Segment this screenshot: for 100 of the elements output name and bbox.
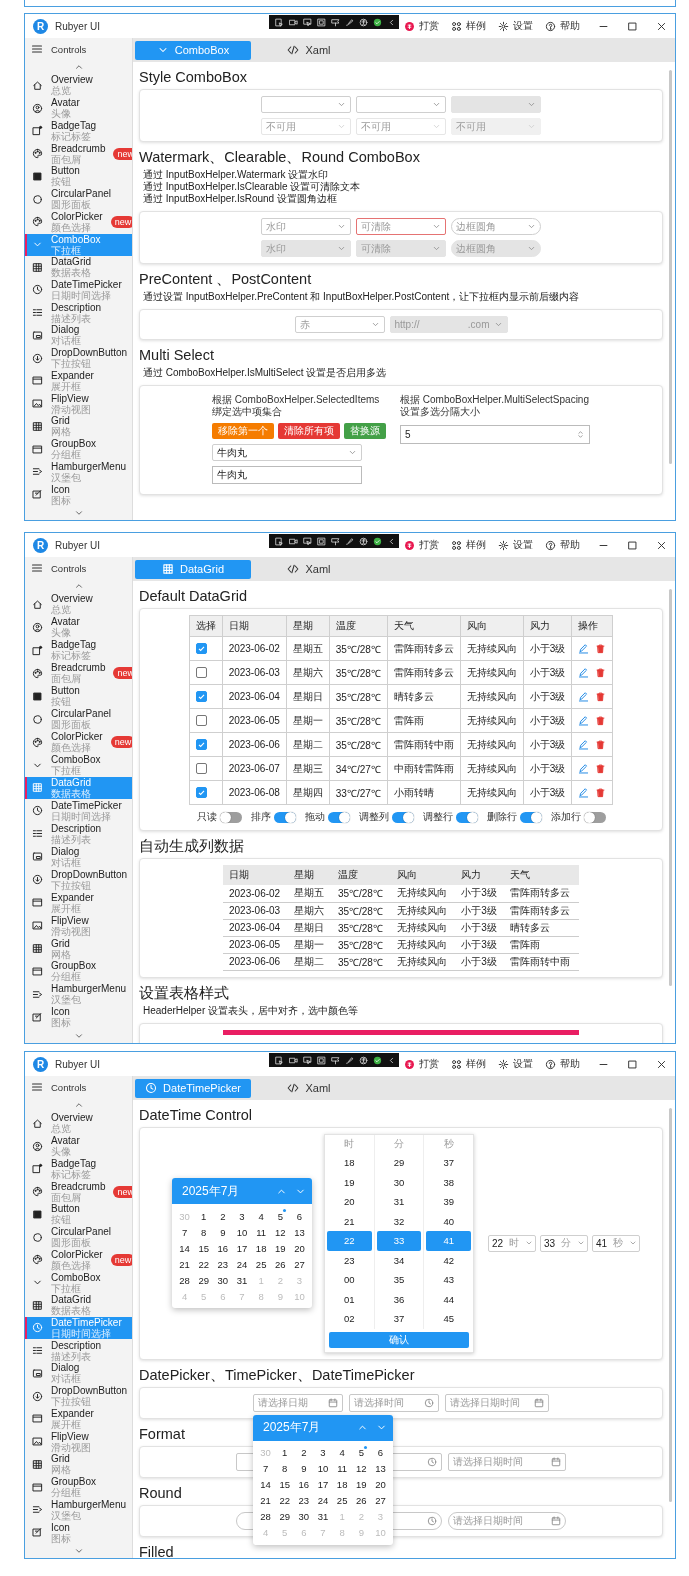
table-cell: 小雨转晴 bbox=[387, 780, 461, 805]
table-cell: 35℃/28℃ bbox=[329, 636, 388, 661]
section-heading: DatePicker、TimePicker、DateTimePicker bbox=[139, 1365, 415, 1384]
table-cell: 小于3级 bbox=[455, 936, 505, 953]
table-cell: 无持续风向 bbox=[460, 684, 524, 709]
item-subtitle: 颜色选择 bbox=[51, 742, 92, 754]
table-cell: 星期五 bbox=[288, 885, 332, 902]
item-title: Icon bbox=[51, 1521, 71, 1533]
table-cell: 无持续风向 bbox=[390, 902, 456, 919]
column-header: 风力 bbox=[523, 615, 572, 637]
item-subtitle: 圆形面板 bbox=[51, 719, 92, 731]
field-label: 根据 ComboBoxHelper.MultiSelectSpacing 设置多选分隔大小 bbox=[400, 394, 590, 418]
item-title: Breadcrumb bbox=[51, 142, 106, 154]
table-cell: 星期二 bbox=[288, 953, 332, 970]
column-header: 风力 bbox=[455, 865, 505, 885]
table-cell: 晴转多云 bbox=[504, 919, 579, 936]
item-subtitle: 分组框 bbox=[51, 971, 81, 983]
item-subtitle: 滑动视图 bbox=[51, 403, 91, 415]
table-cell: 35℃/28℃ bbox=[329, 660, 388, 685]
description-line: 通过 ComboBoxHelper.IsMultiSelect 设置是否启用多选 bbox=[143, 367, 388, 379]
item-subtitle: 面包屑 bbox=[51, 673, 82, 685]
item-title: DropDownButton bbox=[51, 868, 128, 880]
table-cell: 34℃/27℃ bbox=[329, 756, 388, 781]
item-title: FlipView bbox=[51, 1430, 90, 1442]
table-cell: 小于3级 bbox=[455, 919, 505, 936]
table-cell: 2023-06-06 bbox=[222, 732, 287, 757]
item-subtitle: 汉堡包 bbox=[51, 994, 81, 1006]
item-title: Grid bbox=[51, 1453, 71, 1465]
item-subtitle: 滑动视图 bbox=[51, 1441, 91, 1453]
app-logo: R bbox=[33, 18, 48, 34]
table-cell: 2023-06-08 bbox=[222, 780, 287, 805]
table-cell: 星期三 bbox=[286, 756, 330, 781]
table-cell: 星期日 bbox=[286, 684, 330, 709]
toggle-label: 删除行 bbox=[486, 810, 517, 824]
item-title: Breadcrumb bbox=[51, 1180, 106, 1192]
column-header: 天气 bbox=[504, 865, 579, 885]
item-subtitle: 下拉按钮 bbox=[51, 358, 91, 370]
section-heading: Multi Select bbox=[139, 346, 214, 364]
item-title: Description bbox=[51, 1339, 102, 1351]
table-cell: 2023-06-04 bbox=[223, 919, 289, 936]
item-subtitle: 面包屑 bbox=[51, 1191, 82, 1203]
table-cell: 无持续风向 bbox=[460, 660, 524, 685]
calendar-title: 2025年7月 bbox=[182, 1182, 240, 1200]
table-cell: 无持续风向 bbox=[460, 756, 524, 781]
table-cell: 35℃/28℃ bbox=[329, 732, 388, 757]
item-subtitle: 日期时间选择 bbox=[51, 1327, 112, 1339]
table-cell: 小于3级 bbox=[455, 885, 505, 902]
column-header: 操作 bbox=[571, 615, 613, 637]
item-title: Overview bbox=[51, 1112, 93, 1124]
section-heading: Filled bbox=[139, 1542, 174, 1558]
window-title: Rubyer UI bbox=[55, 20, 100, 32]
item-subtitle: 图标 bbox=[51, 494, 71, 506]
item-subtitle: 头像 bbox=[51, 1146, 72, 1158]
item-subtitle: 面包屑 bbox=[51, 153, 82, 165]
item-subtitle: 展开框 bbox=[51, 380, 81, 392]
field-label: 根据 ComboBoxHelper.SelectedItems 绑定选中项集合 bbox=[212, 394, 380, 418]
item-title: Description bbox=[51, 822, 102, 834]
item-subtitle: 网格 bbox=[51, 426, 71, 438]
item-title: Grid bbox=[51, 415, 71, 427]
section-heading: Round bbox=[139, 1483, 182, 1502]
table-cell: 35℃/28℃ bbox=[331, 885, 391, 902]
table-cell: 星期一 bbox=[286, 708, 330, 733]
column-header: 分 bbox=[393, 1136, 405, 1151]
item-title: Button bbox=[51, 685, 80, 697]
item-title: BadgeTag bbox=[51, 639, 97, 651]
table-cell: 无持续风向 bbox=[390, 919, 456, 936]
section-heading: Style ComboBox bbox=[139, 68, 247, 86]
table-cell: 2023-06-06 bbox=[223, 953, 289, 970]
column-header: 选择 bbox=[189, 615, 223, 637]
description-line: HeaderHelper 设置表头，居中对齐，选中颜色等 bbox=[143, 1004, 360, 1017]
column-header: 星期 bbox=[288, 865, 332, 885]
toggle-label: 调整行 bbox=[422, 810, 453, 824]
item-subtitle: 按钮 bbox=[51, 176, 72, 188]
table-cell: 星期五 bbox=[286, 636, 330, 661]
item-subtitle: 按钮 bbox=[51, 1214, 72, 1226]
item-subtitle: 总览 bbox=[51, 85, 72, 97]
item-subtitle: 网格 bbox=[51, 948, 71, 960]
item-title: Overview bbox=[51, 74, 93, 86]
item-title: DataGrid bbox=[51, 1294, 91, 1306]
column-header: 秒 bbox=[442, 1136, 455, 1151]
section-heading: DateTime Control bbox=[139, 1106, 253, 1124]
item-title: Overview bbox=[51, 593, 93, 605]
item-title: Button bbox=[51, 165, 80, 177]
toggle-label: 拖动 bbox=[304, 810, 325, 824]
table-cell: 雷阵雨转多云 bbox=[387, 660, 461, 685]
table-cell: 星期六 bbox=[288, 902, 332, 919]
description-line: 通过 InputBoxHelper.Watermark 设置水印 bbox=[143, 169, 330, 181]
item-title: Avatar bbox=[51, 616, 80, 628]
item-title: Icon bbox=[51, 1006, 71, 1018]
item-subtitle: 对话框 bbox=[51, 856, 81, 868]
item-title: ColorPicker bbox=[51, 1248, 103, 1260]
item-subtitle: 标记标签 bbox=[51, 1168, 92, 1180]
table-cell: 雷阵雨 bbox=[387, 708, 461, 733]
item-subtitle: 数据表格 bbox=[51, 1305, 91, 1317]
table-cell: 35℃/28℃ bbox=[329, 684, 388, 709]
item-title: Dialog bbox=[51, 1362, 80, 1374]
table-cell: 星期四 bbox=[286, 780, 330, 805]
table-cell: 无持续风向 bbox=[460, 708, 524, 733]
table-cell: 2023-06-05 bbox=[223, 936, 289, 953]
table-cell: 雷阵雨转多云 bbox=[504, 902, 579, 919]
